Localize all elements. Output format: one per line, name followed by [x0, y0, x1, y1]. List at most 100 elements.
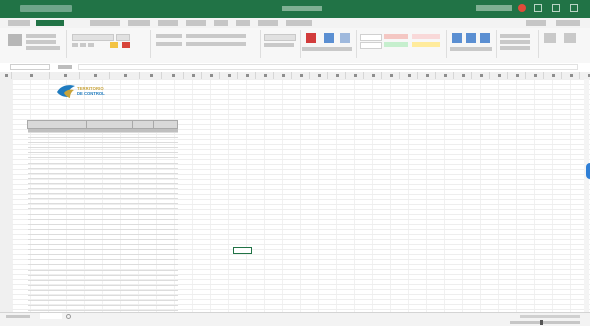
column-header[interactable]	[328, 72, 346, 79]
bold-button[interactable]	[72, 43, 78, 47]
column-header[interactable]	[418, 72, 436, 79]
style-normal[interactable]	[360, 34, 382, 41]
zoom-slider[interactable]	[510, 321, 580, 324]
column-header[interactable]	[490, 72, 508, 79]
close-button[interactable]	[570, 4, 578, 12]
clear-button[interactable]	[500, 46, 530, 50]
tab-help[interactable]	[286, 20, 312, 26]
data-table	[27, 120, 178, 326]
active-cell[interactable]	[233, 247, 252, 254]
style-neutral[interactable]	[412, 42, 440, 47]
tab-page-layout[interactable]	[158, 20, 178, 26]
header-cell[interactable]	[27, 120, 87, 129]
delete-cells-button[interactable]	[466, 33, 476, 43]
align-top-button[interactable]	[156, 34, 182, 38]
paste-button[interactable]	[8, 34, 22, 46]
column-header[interactable]	[80, 72, 110, 79]
number-format-buttons[interactable]	[264, 43, 294, 47]
zoom-slider-thumb[interactable]	[540, 320, 543, 325]
tab-formulas[interactable]	[186, 20, 206, 26]
side-panel-bubble-icon[interactable]	[586, 163, 590, 179]
column-header[interactable]	[238, 72, 256, 79]
column-header[interactable]	[310, 72, 328, 79]
ribbon-group-find	[538, 30, 590, 58]
font-size-select[interactable]	[116, 34, 130, 41]
column-header[interactable]	[140, 72, 162, 79]
copy-button[interactable]	[26, 40, 56, 44]
underline-button[interactable]	[88, 43, 94, 47]
align-left-button[interactable]	[156, 42, 182, 46]
column-header[interactable]	[472, 72, 490, 79]
column-header[interactable]	[220, 72, 238, 79]
name-box[interactable]	[10, 64, 50, 70]
font-name-select[interactable]	[72, 34, 114, 41]
cut-button[interactable]	[26, 34, 56, 38]
column-header[interactable]	[202, 72, 220, 79]
table-header-row	[27, 120, 178, 129]
column-header[interactable]	[256, 72, 274, 79]
tab-insert[interactable]	[90, 20, 120, 26]
record-icon[interactable]	[518, 4, 526, 12]
style-good[interactable]	[384, 42, 408, 47]
style-bad[interactable]	[384, 34, 408, 39]
tab-draw[interactable]	[128, 20, 150, 26]
ribbon-group-number	[260, 30, 301, 58]
minimize-button[interactable]	[534, 4, 542, 12]
tab-file[interactable]	[8, 20, 30, 26]
column-header[interactable]	[184, 72, 202, 79]
tab-review[interactable]	[236, 20, 250, 26]
find-select-button[interactable]	[564, 33, 576, 43]
font-color-button[interactable]	[122, 42, 130, 48]
column-header[interactable]	[50, 72, 80, 79]
column-header[interactable]	[400, 72, 418, 79]
sheet-nav-arrows[interactable]	[6, 315, 30, 318]
sort-filter-button[interactable]	[544, 33, 556, 43]
formula-input[interactable]	[78, 64, 578, 70]
column-header[interactable]	[544, 72, 562, 79]
header-cell[interactable]	[153, 120, 178, 129]
column-header[interactable]	[580, 72, 590, 79]
italic-button[interactable]	[80, 43, 86, 47]
fill-button[interactable]	[500, 40, 530, 44]
comments-button[interactable]	[556, 20, 580, 26]
header-cell[interactable]	[131, 120, 155, 129]
column-header[interactable]	[562, 72, 580, 79]
column-header[interactable]	[0, 72, 12, 79]
column-header[interactable]	[526, 72, 544, 79]
user-account[interactable]	[476, 5, 512, 11]
fill-color-button[interactable]	[110, 42, 118, 48]
column-header[interactable]	[162, 72, 184, 79]
header-cell[interactable]	[85, 120, 133, 129]
insert-cells-button[interactable]	[452, 33, 462, 43]
share-button[interactable]	[526, 20, 546, 26]
column-header[interactable]	[508, 72, 526, 79]
column-header[interactable]	[346, 72, 364, 79]
column-header[interactable]	[454, 72, 472, 79]
vertical-scrollbar[interactable]	[584, 79, 589, 312]
wrap-text-button[interactable]	[186, 34, 246, 38]
tab-view[interactable]	[258, 20, 278, 26]
format-painter-button[interactable]	[26, 46, 60, 50]
column-header[interactable]	[12, 72, 50, 79]
style-calc[interactable]	[360, 42, 382, 49]
autosum-button[interactable]	[500, 34, 530, 38]
column-header[interactable]	[274, 72, 292, 79]
maximize-button[interactable]	[552, 4, 560, 12]
column-header[interactable]	[110, 72, 140, 79]
quick-access-toolbar[interactable]	[20, 5, 72, 12]
format-as-table-button[interactable]	[324, 33, 334, 43]
conditional-formatting-button[interactable]	[306, 33, 316, 43]
fx-icon[interactable]	[58, 65, 72, 69]
format-cells-button[interactable]	[480, 33, 490, 43]
style-check[interactable]	[412, 34, 440, 39]
tab-data[interactable]	[214, 20, 228, 26]
column-header[interactable]	[382, 72, 400, 79]
number-format-select[interactable]	[264, 34, 296, 41]
cell-styles-panel-button[interactable]	[340, 33, 350, 43]
column-header[interactable]	[364, 72, 382, 79]
column-header[interactable]	[292, 72, 310, 79]
tab-home[interactable]	[36, 20, 64, 26]
horizontal-scrollbar[interactable]	[520, 315, 580, 318]
merge-center-button[interactable]	[186, 42, 246, 46]
column-header[interactable]	[436, 72, 454, 79]
